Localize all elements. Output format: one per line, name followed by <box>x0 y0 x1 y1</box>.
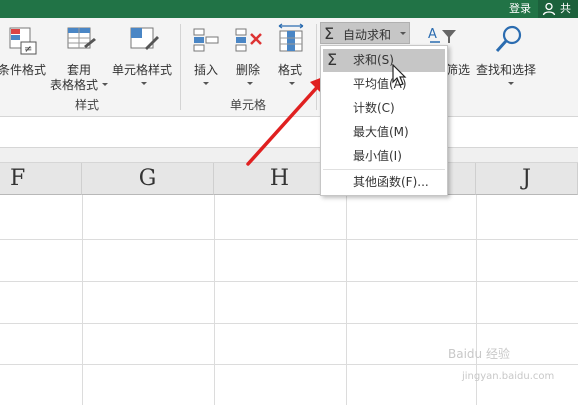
group-separator <box>180 24 181 110</box>
share-button[interactable]: 共 <box>538 0 578 18</box>
styles-group-label: 样式 <box>75 98 100 112</box>
insert-button[interactable]: 插入 <box>186 18 226 92</box>
sigma-icon: Σ <box>324 24 335 43</box>
column-header-g[interactable]: G <box>82 163 214 195</box>
menu-item-label: 其他函数(F)... <box>353 175 429 189</box>
autosum-caret <box>400 32 406 35</box>
mouse-cursor-icon <box>392 64 407 86</box>
grid-line <box>0 281 578 282</box>
format-icon <box>278 23 304 52</box>
column-header-f[interactable]: F <box>0 163 82 195</box>
menu-item-label: 最小值(I) <box>353 149 402 163</box>
share-label: 共 <box>560 2 571 15</box>
menu-item-label: 计数(C) <box>353 101 395 115</box>
menu-item-min[interactable]: 最小值(I) <box>323 145 445 168</box>
find-select-caret <box>508 82 514 85</box>
menu-item-label: 求和(S) <box>353 53 394 67</box>
menu-item-label: 最大值(M) <box>353 125 409 139</box>
table-format-icon <box>67 27 96 49</box>
svg-text:≠: ≠ <box>24 44 32 55</box>
conditional-format-icon: ≠ <box>9 27 37 55</box>
watermark-url: jingyan.baidu.com <box>462 371 555 382</box>
grid-line <box>0 364 578 365</box>
menu-item-more-functions[interactable]: 其他函数(F)... <box>323 171 445 194</box>
menu-item-max[interactable]: 最大值(M) <box>323 121 445 144</box>
cell-styles-button[interactable]: 单元格样式 <box>112 18 176 92</box>
column-header-j[interactable]: J <box>476 163 578 195</box>
grid-line <box>82 195 83 405</box>
find-select-button[interactable]: 查找和选择 <box>476 18 546 92</box>
magnifier-icon <box>495 25 522 53</box>
table-format-label-2: 表格格式 <box>50 78 99 92</box>
format-as-table-button[interactable]: 套用 表格格式 <box>50 18 110 92</box>
conditional-format-label: 条件格式 <box>0 63 47 77</box>
cell-styles-icon <box>130 27 159 50</box>
grid-line <box>346 195 347 405</box>
svg-text:A: A <box>428 27 437 42</box>
autosum-button[interactable]: Σ 自动求和 <box>320 22 410 44</box>
grid-line <box>214 195 215 405</box>
cell-styles-caret <box>141 82 147 85</box>
delete-icon <box>235 28 262 52</box>
autosum-dropdown-menu: Σ 求和(S) 平均值(A) 计数(C) 最大值(M) 最小值(I) 其他函数(… <box>320 45 448 196</box>
insert-icon <box>193 28 219 52</box>
person-icon <box>542 2 556 16</box>
menu-separator <box>323 169 445 170</box>
menu-item-sum[interactable]: Σ 求和(S) <box>323 49 445 72</box>
login-link[interactable]: 登录 <box>509 0 531 18</box>
watermark-text: Baidu 经验 <box>448 347 510 361</box>
filter-label: 筛选 <box>446 63 471 77</box>
insert-caret <box>203 82 209 85</box>
insert-label: 插入 <box>194 63 219 77</box>
autosum-label: 自动求和 <box>343 28 392 42</box>
menu-item-count[interactable]: 计数(C) <box>323 97 445 120</box>
grid-line <box>0 239 578 240</box>
find-select-label: 查找和选择 <box>476 63 537 77</box>
title-bar <box>0 0 578 18</box>
sigma-icon: Σ <box>327 50 338 69</box>
conditional-format-button[interactable]: ≠ 条件格式 <box>0 18 48 92</box>
table-format-caret <box>102 83 108 86</box>
grid-line <box>0 323 578 324</box>
menu-item-average[interactable]: 平均值(A) <box>323 73 445 96</box>
cell-styles-label: 单元格样式 <box>112 63 173 77</box>
